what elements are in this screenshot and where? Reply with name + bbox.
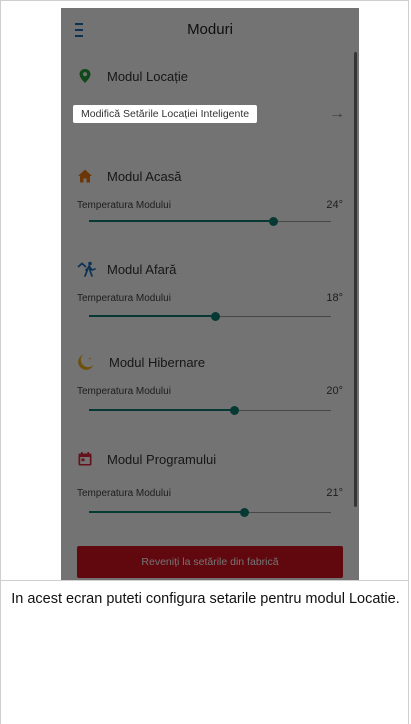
slider-thumb[interactable] <box>230 406 239 415</box>
page-title: Moduri <box>187 21 233 38</box>
home-icon <box>77 168 93 184</box>
arrow-right-icon[interactable]: → <box>329 105 345 123</box>
mode-title: Modul Hibernare <box>109 354 206 370</box>
mode-title: Modul Acasă <box>107 168 182 184</box>
away-icon <box>77 261 97 277</box>
slider-thumb[interactable] <box>269 217 278 226</box>
calendar-icon <box>77 451 93 467</box>
moon-icon <box>77 353 95 371</box>
mode-title: Modul Programului <box>107 451 217 467</box>
mode-header: Modul Afară <box>77 259 176 279</box>
temperature-value: 21° <box>326 487 343 499</box>
location-mode-header: Modul Locație <box>77 66 188 86</box>
smart-location-settings-link[interactable]: Modifică Setările Locației Inteligente <box>73 105 258 123</box>
mode-header: Modul Programului <box>77 449 216 469</box>
smart-location-settings-row[interactable]: Modifică Setările Locației Inteligente → <box>73 103 347 129</box>
phone-screen: Moduri Modul Locație Modifică Setările L… <box>61 8 359 580</box>
mode-header: Modul Acasă <box>77 166 181 186</box>
slider-thumb[interactable] <box>240 508 249 517</box>
temperature-value: 24° <box>326 199 343 211</box>
location-pin-icon <box>77 68 93 84</box>
temperature-slider[interactable] <box>89 312 331 322</box>
temperature-value: 20° <box>326 385 343 397</box>
scrollbar[interactable] <box>354 52 357 507</box>
temperature-slider[interactable] <box>89 508 331 518</box>
tutorial-caption: In acest ecran puteti configura setarile… <box>11 591 400 607</box>
temperature-label: Temperatura Modului <box>77 488 171 499</box>
temperature-label: Temperatura Modului <box>77 386 171 397</box>
location-mode-title: Modul Locație <box>107 68 188 84</box>
temperature-slider[interactable] <box>89 406 331 416</box>
temperature-value: 18° <box>326 292 343 304</box>
app-bar: Moduri <box>61 8 359 52</box>
temperature-label: Temperatura Modului <box>77 200 171 211</box>
mode-title: Modul Afară <box>107 261 177 277</box>
slider-thumb[interactable] <box>211 312 220 321</box>
temperature-label: Temperatura Modului <box>77 293 171 304</box>
factory-reset-button[interactable]: Reveniți la setările din fabrică <box>77 546 343 578</box>
temperature-slider[interactable] <box>89 217 331 227</box>
mode-header: Modul Hibernare <box>77 352 205 372</box>
